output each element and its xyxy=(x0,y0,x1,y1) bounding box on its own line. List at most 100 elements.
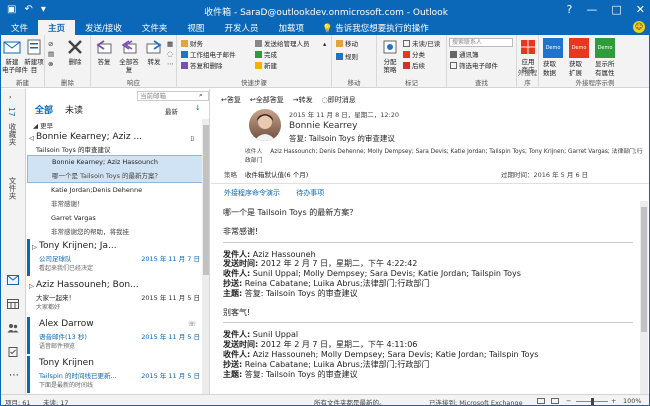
maximize-button[interactable]: □ xyxy=(611,3,621,16)
child-sender: Bonnie Kearney; Aziz Hassounch xyxy=(52,158,158,166)
scrollbar-thumb[interactable] xyxy=(641,207,647,332)
follow-up-button[interactable]: 后续 xyxy=(403,62,425,71)
get-data-label[interactable]: 获取 数据 xyxy=(543,60,556,78)
mail-icon[interactable] xyxy=(7,275,19,285)
minimize-button[interactable]: — xyxy=(586,3,597,16)
message-sender[interactable]: Bonnie Kearrey xyxy=(289,121,357,131)
tasks-icon[interactable] xyxy=(7,347,19,357)
tab-view[interactable]: 视图 xyxy=(177,20,214,35)
search-people-input[interactable]: 搜索联系人 xyxy=(449,38,513,47)
cleanup-icon[interactable]: ▤ xyxy=(48,50,54,59)
group-header-older[interactable]: ◢ 更早 xyxy=(33,120,53,130)
collapse-pane-icon[interactable]: › xyxy=(9,93,12,102)
filter-unread-tab[interactable]: 未读 xyxy=(65,103,83,116)
list-item-unread[interactable]: ▷ Tony Krijnen; Ja... 公司足球队 2015 年 11 月 … xyxy=(27,239,206,276)
quick-step-team[interactable]: 工作组电子邮件 xyxy=(181,51,236,60)
quick-step-new[interactable]: 新建 xyxy=(255,62,277,71)
body-line: 发送时间: 2012 年 2 月 7 日，星期二，下午 4:22:42 xyxy=(223,259,633,269)
rules-button[interactable]: 规则 xyxy=(336,53,358,62)
zoom-level[interactable]: 100% xyxy=(623,397,642,405)
expand-conversation-icon[interactable]: ▷ xyxy=(29,282,34,291)
reply-all-button[interactable]: 全部答复 xyxy=(117,38,141,74)
new-email-icon xyxy=(3,41,21,54)
conversation-child[interactable]: Katie Jordan;Denis Dehenne 非常感谢！ xyxy=(27,184,206,211)
new-items-button[interactable]: 新建项 目 xyxy=(24,38,44,74)
reply-button[interactable]: 答复 xyxy=(93,38,115,66)
item-preview: 看起来我们已经决定 xyxy=(39,265,94,272)
tab-developer[interactable]: 开发人员 xyxy=(214,20,268,35)
normal-view-icon[interactable] xyxy=(537,398,545,404)
recipients-list[interactable]: Aziz Hassounch; Denis Dehenne; Molly Dem… xyxy=(245,149,643,164)
message-list-scrollbar[interactable] xyxy=(202,119,209,394)
sender-avatar[interactable] xyxy=(249,109,281,141)
quick-step-reply-delete[interactable]: 答复和删除 xyxy=(181,62,223,71)
sort-label[interactable]: 最新 xyxy=(165,106,178,116)
tell-me-box[interactable]: 💡 告诉我您想要执行的操作 xyxy=(314,20,437,35)
feedback-smiley-icon[interactable]: ☺ xyxy=(633,21,645,33)
favorites-label[interactable]: 收藏夹 xyxy=(7,123,18,146)
scrollbar-thumb[interactable] xyxy=(203,125,209,275)
reading-actions: ↩答复 ↩全部答复 →转发 ◌即时消息 xyxy=(221,95,356,105)
folders-label[interactable]: 文件夹 xyxy=(7,177,18,200)
conversation-child[interactable]: Garret Vargas 非常感谢您的帮助，将我挂 xyxy=(27,212,206,239)
zoom-in-icon[interactable]: + xyxy=(611,397,616,405)
list-item-unread[interactable]: Alex Darrow ☏ 语音邮件(13 秒) 2015 年 11 月 5 日… xyxy=(27,317,206,354)
sort-direction-icon[interactable]: ↓ xyxy=(195,104,201,112)
addin-todo-link[interactable]: 待办事项 xyxy=(296,189,324,197)
im-icon[interactable]: ◌ xyxy=(167,50,173,59)
body-text: Sunil Uppal xyxy=(250,330,299,340)
demo-button-1[interactable]: Demo xyxy=(543,38,563,58)
demo-button-3[interactable]: Demo xyxy=(595,38,615,58)
tab-folder[interactable]: 文件夹 xyxy=(132,20,178,35)
categorize-button[interactable]: 分类 xyxy=(403,51,425,60)
quick-step-done[interactable]: 完成 xyxy=(255,51,277,60)
close-button[interactable]: ✕ xyxy=(636,3,645,16)
demo-button-2[interactable]: Demo xyxy=(569,38,589,58)
ignore-icon[interactable]: ⊘ xyxy=(48,40,53,49)
body-field-label: 抄送: xyxy=(223,278,243,288)
tab-addins[interactable]: 加载项 xyxy=(268,20,314,35)
get-ext-label[interactable]: 获取 扩展 xyxy=(569,60,582,78)
filter-email-button[interactable]: 筛选电子邮件 xyxy=(450,62,498,71)
zoom-out-icon[interactable]: − xyxy=(566,397,571,405)
expand-conversation-icon[interactable]: ◁ xyxy=(29,134,34,143)
more-respond-icon[interactable]: ⋯ xyxy=(167,60,174,69)
meeting-icon[interactable]: ▦ xyxy=(167,40,173,49)
reading-pane-scrollbar[interactable] xyxy=(640,201,648,394)
reading-reply-button[interactable]: ↩答复 xyxy=(221,95,241,105)
forward-button[interactable]: 转发 xyxy=(143,38,165,66)
conversation-item[interactable]: ◁ Bonnie Kearney; Aziz ... Tailsoin Toys… xyxy=(27,130,206,154)
tab-home[interactable]: 主页 xyxy=(38,20,76,35)
expand-conversation-icon[interactable]: ▷ xyxy=(32,243,37,252)
zoom-slider-thumb[interactable] xyxy=(591,398,594,405)
move-button[interactable]: 移动 xyxy=(336,40,358,49)
reading-im-button[interactable]: ◌即时消息 xyxy=(322,95,356,105)
new-email-button[interactable]: 新建 电子邮件 xyxy=(2,38,28,74)
show-props-label[interactable]: 显示所 有属性 xyxy=(595,60,615,78)
people-icon[interactable] xyxy=(7,323,19,333)
list-item[interactable]: ▷ Aziz Hassouneh; Bon... 大家一起来！ 2015 年 1… xyxy=(27,278,206,315)
reading-forward-button[interactable]: →转发 xyxy=(293,95,313,105)
unread-read-button[interactable]: 未读/已读 xyxy=(403,40,440,49)
body-field-label: 抄送: xyxy=(223,359,243,369)
reading-reply-all-button[interactable]: ↩全部答复 xyxy=(250,95,284,105)
assign-policy-button[interactable]: 分配 策略 xyxy=(379,38,401,74)
reading-view-icon[interactable] xyxy=(551,398,559,404)
quick-steps-scroll-icon[interactable]: ▴ xyxy=(323,40,326,49)
filter-all-tab[interactable]: 全部 xyxy=(35,103,53,116)
tab-file[interactable]: 文件 xyxy=(1,20,38,35)
junk-icon[interactable]: ⊗ xyxy=(48,60,53,69)
delete-button[interactable]: 删除 xyxy=(61,38,89,66)
calendar-icon[interactable] xyxy=(7,299,19,309)
conversation-child-selected[interactable]: Bonnie Kearney; Aziz Hassounch 哪一个是 Tail… xyxy=(27,155,206,183)
tab-send-receive[interactable]: 发送/接收 xyxy=(75,20,132,35)
search-icon[interactable]: ⌕ xyxy=(199,91,203,100)
help-button[interactable]: ? xyxy=(567,3,573,16)
reply-delete-icon xyxy=(181,62,188,69)
address-book-button[interactable]: 通讯簿 xyxy=(450,51,479,60)
quick-step-manager[interactable]: 发送给管理人员 xyxy=(255,40,310,49)
more-nav-icon[interactable]: ⋯ xyxy=(9,371,19,381)
addin-commands-demo-link[interactable]: 外接程序命令演示 xyxy=(224,189,280,197)
list-item-unread[interactable]: Tony Krijnen Tailspin 的时间线已更新... 2015 年 … xyxy=(27,356,206,393)
quick-step-finance[interactable]: 财务 xyxy=(181,40,203,49)
